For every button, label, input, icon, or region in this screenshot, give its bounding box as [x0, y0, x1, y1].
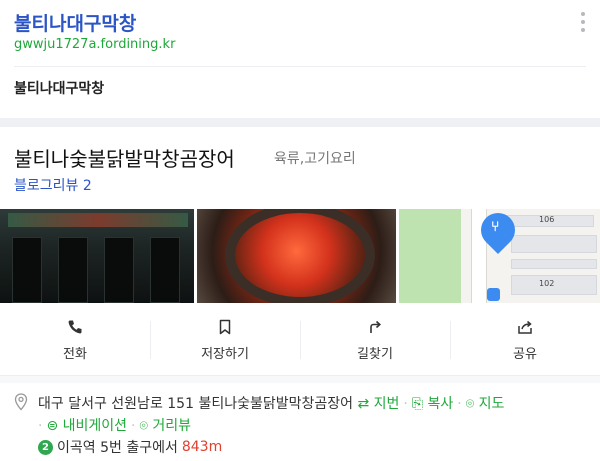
subway-line-badge: 2: [38, 439, 53, 455]
divider: [0, 375, 600, 383]
subway-exit: 5번 출구에서: [100, 440, 178, 456]
map-label-106: 106: [539, 215, 555, 224]
place-name[interactable]: 불티나숯불닭발막창곰장어: [14, 143, 235, 172]
divider: [14, 66, 586, 67]
website-subtitle[interactable]: 불티나대구막창: [14, 78, 104, 98]
bus-stop-icon: [487, 288, 501, 301]
subway-info: 2 이곡역 5번 출구에서 843m: [38, 437, 222, 457]
share-button[interactable]: 공유: [450, 313, 600, 367]
blog-review-link[interactable]: 블로그리뷰 2: [14, 175, 92, 195]
jibeon-label: 지번: [373, 396, 400, 412]
directions-icon: [370, 320, 381, 333]
save-button[interactable]: 저장하기: [150, 313, 300, 367]
bookmark-icon: [219, 319, 231, 334]
copy-label: 복사: [427, 396, 454, 412]
subway-station: 이곡역: [57, 440, 96, 456]
subway-distance: 843m: [181, 439, 223, 455]
action-bar: 전화 저장하기 길찾기 공유: [0, 313, 600, 367]
save-label: 저장하기: [201, 346, 249, 362]
charcoal-grill-photo[interactable]: [197, 209, 397, 303]
website-card: 불티나대구막창 gwwju1727a.fordining.kr 불티나대구막창: [0, 0, 600, 118]
directions-button[interactable]: 길찾기: [300, 313, 450, 367]
jibeon-toggle[interactable]: ⇄ 지번: [357, 396, 399, 412]
navigation-link[interactable]: ⊜ 내비게이션: [46, 418, 127, 434]
address-links: · ⊜ 내비게이션 · ⌾ 거리뷰: [38, 418, 192, 434]
website-url[interactable]: gwwju1727a.fordining.kr: [14, 37, 175, 52]
share-icon: [518, 320, 532, 334]
share-label: 공유: [513, 346, 537, 362]
place-category: 육류,고기요리: [274, 151, 356, 167]
map-label-102: 102: [539, 279, 555, 288]
call-label: 전화: [63, 346, 87, 362]
directions-label: 길찾기: [357, 346, 393, 362]
street-view-label: 거리뷰: [152, 418, 191, 434]
restaurant-icon: ⑂: [491, 219, 500, 235]
copy-button[interactable]: ⎘ 복사: [412, 396, 453, 412]
website-title-link[interactable]: 불티나대구막창: [14, 9, 136, 36]
place-card: 불티나숯불닭발막창곰장어 육류,고기요리 블로그리뷰 2 106 102 ⑂ 전…: [0, 127, 600, 461]
phone-icon: [68, 320, 82, 333]
address-text: 대구 달서구 선원남로 151 불티나숯불닭발막창곰장어: [38, 396, 354, 412]
photo-strip: 106 102 ⑂: [0, 209, 600, 303]
map-link[interactable]: ⌾ 지도: [466, 396, 505, 412]
navigation-label: 내비게이션: [62, 418, 128, 434]
map-thumbnail[interactable]: 106 102 ⑂: [399, 209, 600, 303]
location-pin-icon: [14, 393, 28, 411]
call-button[interactable]: 전화: [0, 313, 150, 367]
more-options-icon[interactable]: [580, 12, 586, 32]
storefront-photo[interactable]: [0, 209, 195, 303]
address-line: 대구 달서구 선원남로 151 불티나숯불닭발막창곰장어 ⇄ 지번 · ⎘ 복사 · ⌾…: [38, 396, 505, 412]
street-view-link[interactable]: ⌾ 거리뷰: [140, 418, 192, 434]
map-label: 지도: [478, 396, 505, 412]
